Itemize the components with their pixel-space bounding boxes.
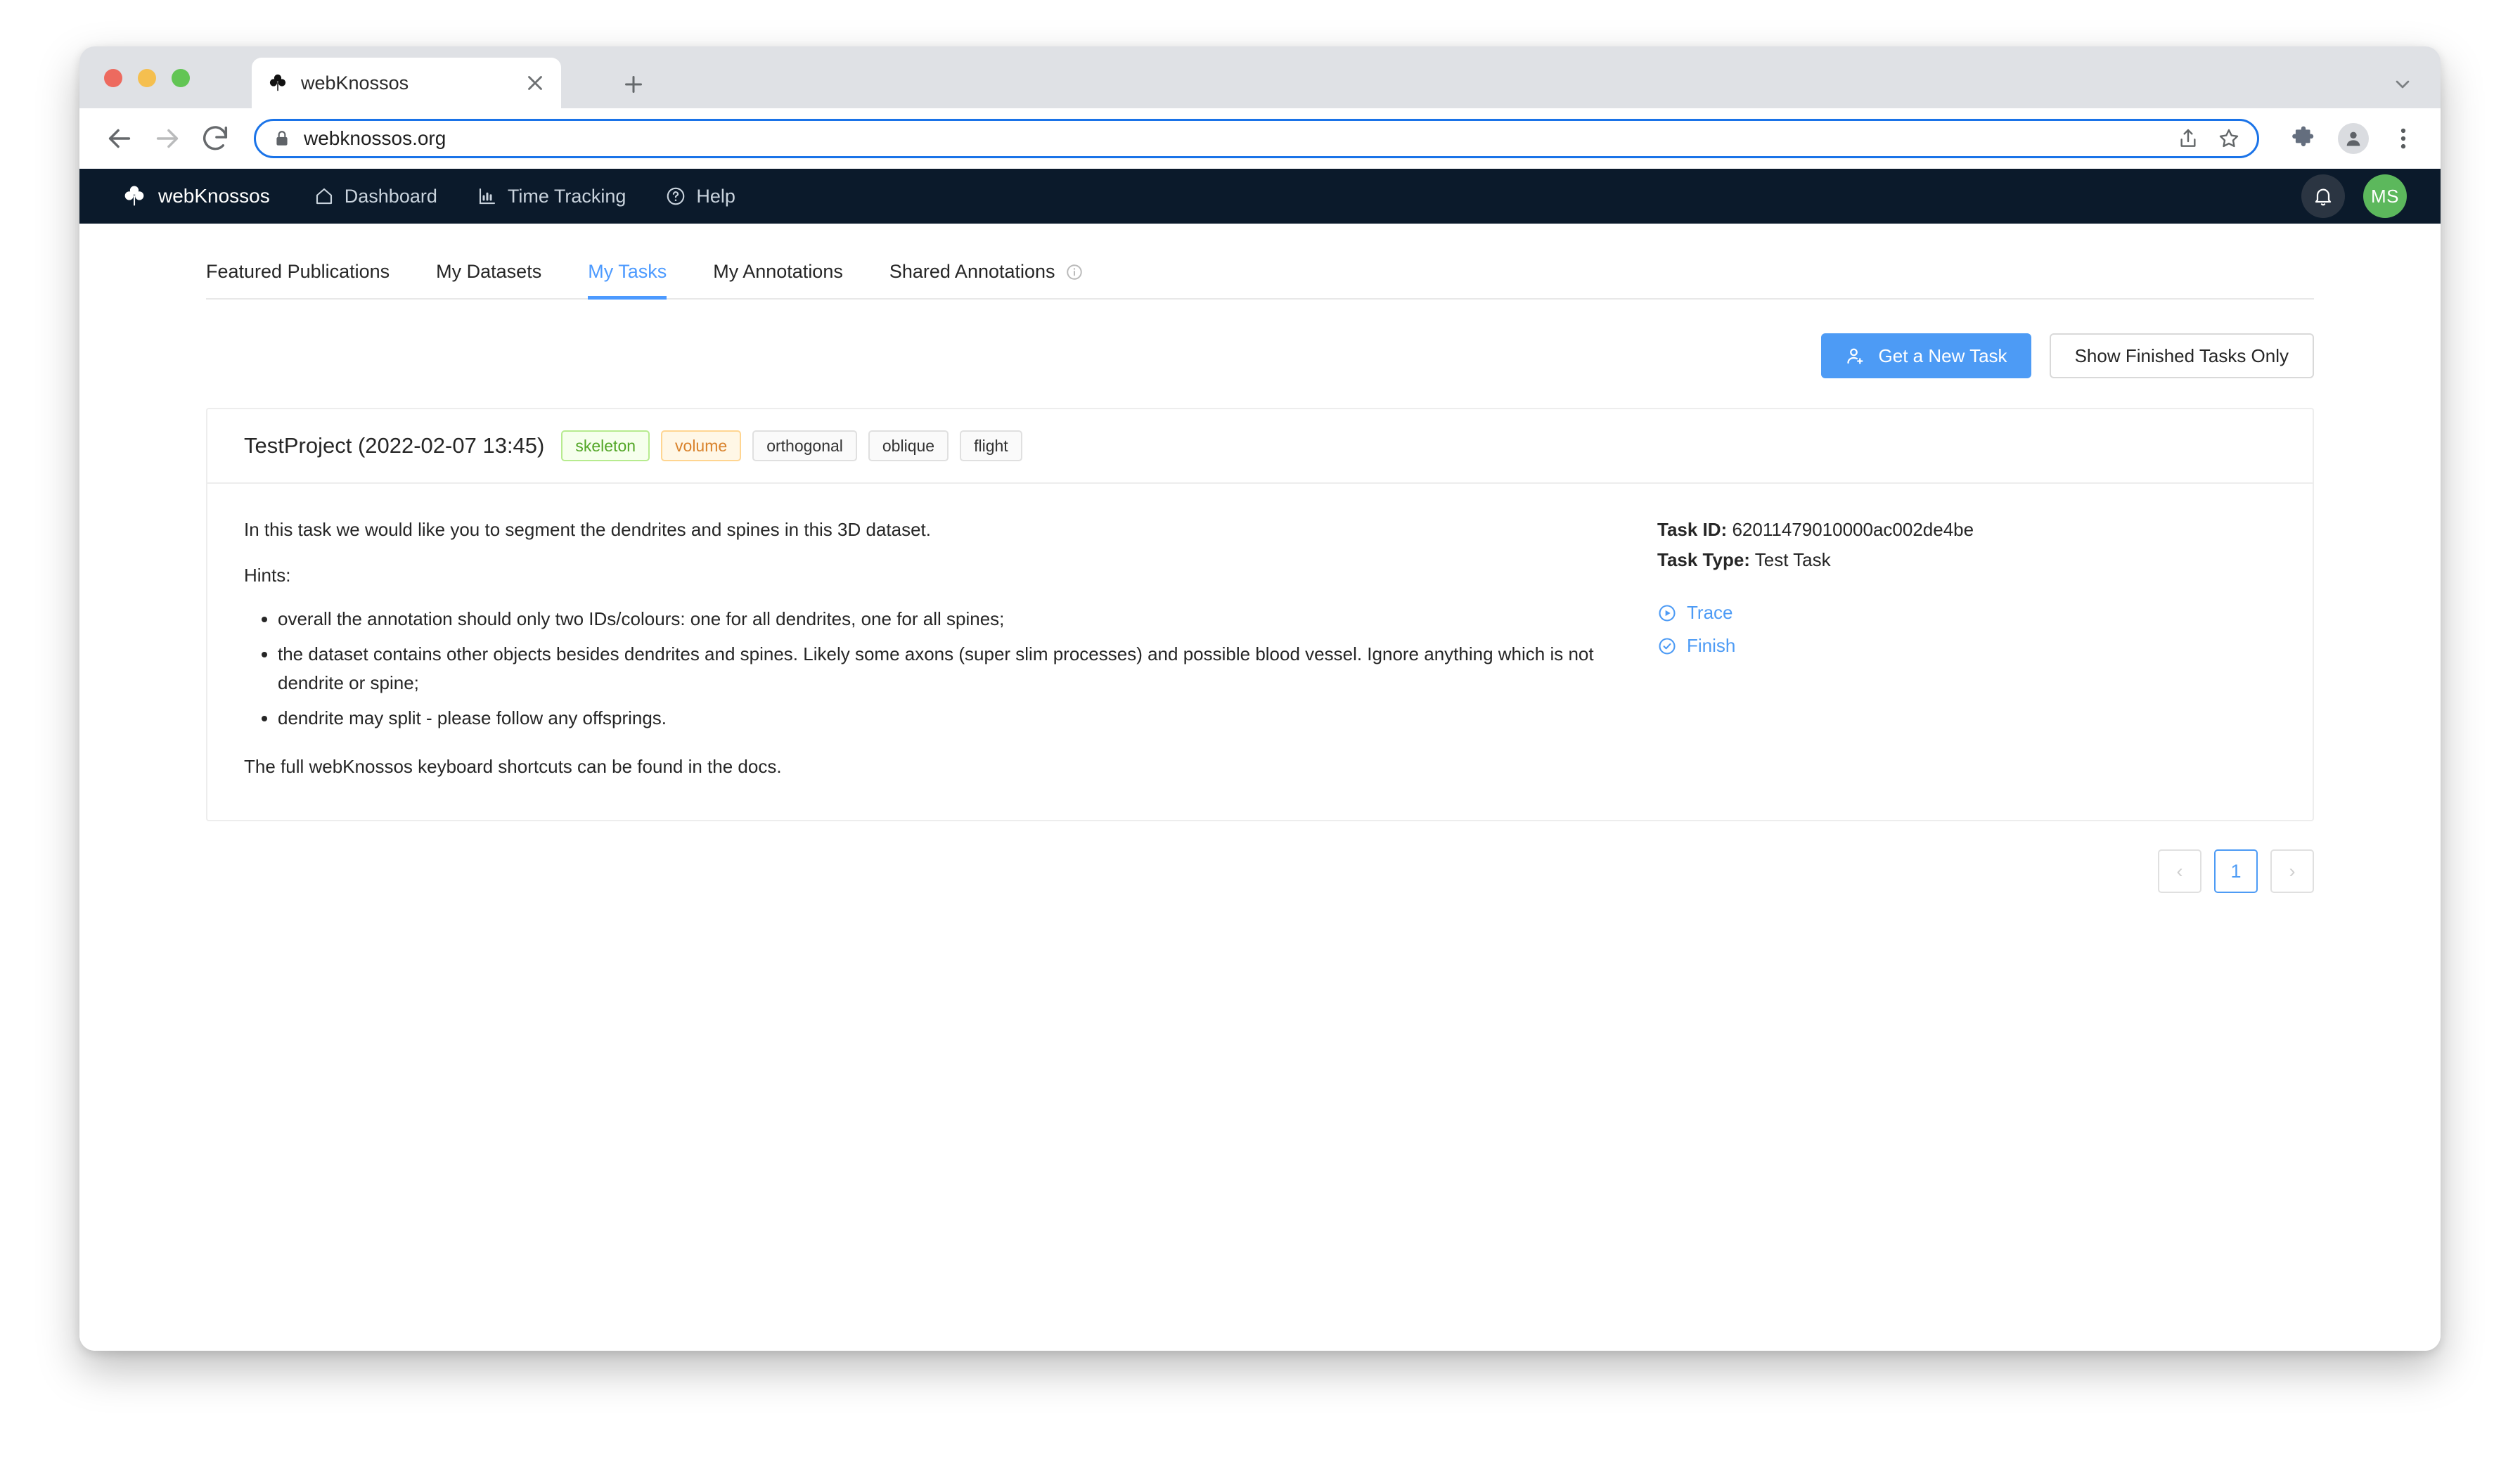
home-icon [314, 186, 335, 207]
bar-chart-icon [477, 186, 498, 207]
brand[interactable]: webKnossos [122, 184, 270, 209]
nav-item-help[interactable]: Help [665, 186, 735, 207]
browser-window: webKnossos webknossos.org webKnossos Das… [79, 46, 2441, 1351]
tab-my-tasks[interactable]: My Tasks [588, 261, 667, 300]
trace-link[interactable]: Trace [1657, 602, 2276, 624]
window-traffic-lights [104, 69, 190, 87]
task-type-value: Test Task [1754, 549, 1831, 570]
tag-flight[interactable]: flight [960, 430, 1022, 461]
clover-icon [266, 71, 290, 95]
task-intro: In this task we would like you to segmen… [244, 519, 931, 540]
tag-skeleton[interactable]: skeleton [561, 430, 650, 461]
pagination-prev-button[interactable]: ‹ [2158, 849, 2201, 894]
tab-label: My Annotations [713, 261, 843, 282]
dashboard-tabs-wrap: Featured Publications My Datasets My Tas… [79, 224, 2441, 300]
tab-my-datasets[interactable]: My Datasets [436, 261, 541, 298]
task-hints-label: Hints: [244, 565, 291, 586]
avatar[interactable]: MS [2363, 174, 2407, 218]
tab-label: My Datasets [436, 261, 542, 282]
tab-my-annotations[interactable]: My Annotations [713, 261, 843, 298]
close-window-button[interactable] [104, 69, 122, 87]
chevron-down-icon[interactable] [2391, 73, 2414, 96]
tag-oblique[interactable]: oblique [868, 430, 949, 461]
new-tab-icon[interactable] [621, 72, 646, 97]
brand-name: webKnossos [158, 185, 270, 207]
page-content: webKnossos Dashboard Time Tracking Help … [79, 169, 2441, 1351]
play-circle-icon [1657, 603, 1677, 623]
nav-item-label: Time Tracking [507, 185, 626, 207]
minimize-window-button[interactable] [138, 69, 156, 87]
finish-label: Finish [1687, 635, 1736, 656]
browser-tab[interactable]: webKnossos [252, 58, 561, 108]
nav-item-label: Dashboard [344, 185, 437, 207]
dashboard-tabs: Featured Publications My Datasets My Tas… [206, 224, 2314, 300]
address-bar[interactable]: webknossos.org [254, 119, 2259, 158]
clover-logo-icon [122, 184, 147, 209]
task-closing-note: The full webKnossos keyboard shortcuts c… [244, 756, 782, 778]
task-action-links: Trace Finish [1657, 602, 2276, 657]
nav-item-time-tracking[interactable]: Time Tracking [477, 186, 626, 207]
close-icon[interactable] [523, 71, 547, 95]
pagination: ‹ 1 › [79, 821, 2441, 894]
question-circle-icon [665, 186, 686, 207]
list-item: overall the annotation should only two I… [278, 605, 1615, 633]
tab-label: Featured Publications [206, 261, 390, 282]
list-item: dendrite may split - please follow any o… [278, 704, 1615, 732]
lock-icon [273, 129, 291, 148]
url-text[interactable]: webknossos.org [304, 127, 2159, 150]
puzzle-icon[interactable] [2290, 125, 2317, 152]
list-item: the dataset contains other objects besid… [278, 640, 1615, 697]
task-action-bar: Get a New Task Show Finished Tasks Only [79, 300, 2441, 378]
task-description: In this task we would like you to segmen… [244, 516, 1657, 781]
get-new-task-label: Get a New Task [1878, 345, 2007, 366]
tab-shared-annotations[interactable]: Shared Annotations [889, 261, 1084, 298]
three-dot-menu-icon[interactable] [2390, 125, 2417, 152]
browser-tab-strip: webKnossos [79, 46, 2441, 108]
tab-featured-publications[interactable]: Featured Publications [206, 261, 390, 298]
person-icon[interactable] [2338, 123, 2369, 154]
tag-volume[interactable]: volume [661, 430, 742, 461]
task-id-label: Task ID: [1657, 519, 1728, 540]
reload-icon[interactable] [199, 122, 231, 155]
nav-item-label: Help [696, 185, 735, 207]
star-icon[interactable] [2218, 127, 2240, 150]
user-add-icon [1845, 345, 1866, 366]
task-meta: Task ID: 62011479010000ac002de4be Task T… [1657, 516, 2276, 781]
task-tags: skeleton volume orthogonal oblique fligh… [561, 430, 1022, 461]
trace-label: Trace [1687, 602, 1733, 623]
tab-label: My Tasks [588, 261, 667, 282]
task-hints-list: overall the annotation should only two I… [244, 605, 1615, 732]
task-id-line: Task ID: 62011479010000ac002de4be [1657, 519, 2276, 541]
browser-toolbar: webknossos.org [79, 108, 2441, 169]
task-card-header: TestProject (2022-02-07 13:45) skeleton … [207, 409, 2313, 484]
nav-item-dashboard[interactable]: Dashboard [314, 186, 437, 207]
back-arrow-icon[interactable] [103, 122, 136, 155]
pagination-page-1[interactable]: 1 [2214, 849, 2258, 894]
tag-orthogonal[interactable]: orthogonal [752, 430, 857, 461]
tab-label: Shared Annotations [889, 261, 1055, 282]
check-circle-icon [1657, 636, 1677, 656]
task-id-value: 62011479010000ac002de4be [1732, 519, 1974, 540]
task-card: TestProject (2022-02-07 13:45) skeleton … [206, 408, 2314, 822]
get-new-task-button[interactable]: Get a New Task [1820, 333, 2031, 378]
task-title: TestProject (2022-02-07 13:45) [244, 433, 545, 458]
share-icon[interactable] [2177, 127, 2199, 150]
show-finished-tasks-button[interactable]: Show Finished Tasks Only [2049, 333, 2314, 378]
show-finished-tasks-label: Show Finished Tasks Only [2074, 345, 2289, 366]
browser-tab-title: webKnossos [301, 72, 409, 94]
task-type-line: Task Type: Test Task [1657, 549, 2276, 571]
pagination-next-button[interactable]: › [2270, 849, 2314, 894]
maximize-window-button[interactable] [172, 69, 190, 87]
finish-link[interactable]: Finish [1657, 635, 2276, 657]
task-type-label: Task Type: [1657, 549, 1750, 570]
forward-arrow-icon[interactable] [151, 122, 184, 155]
task-card-body: In this task we would like you to segmen… [207, 484, 2313, 820]
app-navbar: webKnossos Dashboard Time Tracking Help … [79, 169, 2441, 224]
info-circle-icon[interactable] [1065, 263, 1084, 281]
bell-icon[interactable] [2301, 174, 2345, 218]
navbar-right: MS [2301, 174, 2407, 218]
